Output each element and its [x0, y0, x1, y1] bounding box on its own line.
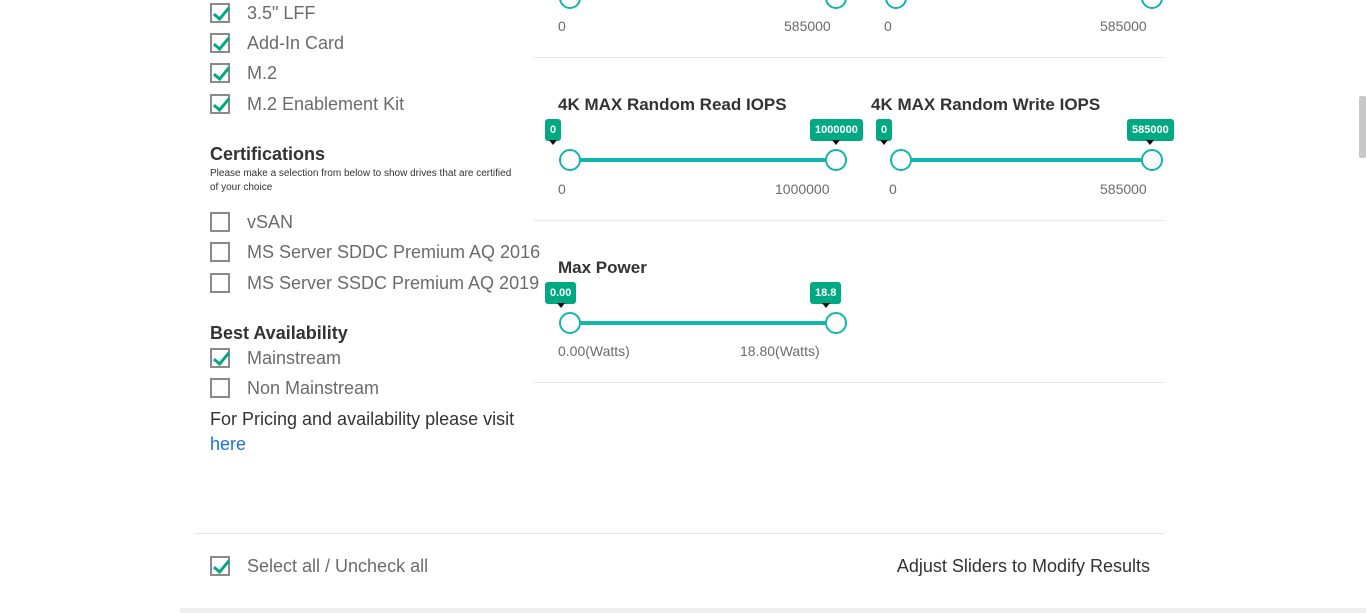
read-iops-title: 4K MAX Random Read IOPS: [558, 95, 787, 114]
checkbox-label: M.2 Enablement Kit: [247, 93, 405, 114]
bottom-strip: [180, 608, 1366, 613]
checkbox-label: M.2: [247, 62, 278, 83]
slider-min-label: 0: [884, 18, 892, 34]
read-iops-low-tooltip: 0: [545, 119, 562, 145]
checkbox-3-5-lff[interactable]: [210, 3, 230, 23]
read-iops-max-label: 1000000: [775, 181, 830, 197]
slider-handle-high[interactable]: [825, 0, 847, 9]
checkbox-m2-enablement-kit[interactable]: [210, 94, 230, 114]
checkbox-row-m2-enablement-kit[interactable]: M.2 Enablement Kit: [210, 92, 404, 116]
checkbox-label: MS Server SDDC Premium AQ 2016: [247, 241, 541, 262]
write-iops-low-tooltip: 0: [876, 119, 893, 145]
checkbox-row-m2[interactable]: M.2: [210, 61, 277, 85]
best-availability-title: Best Availability: [210, 323, 348, 343]
select-all-row[interactable]: Select all / Uncheck all: [210, 554, 428, 578]
certifications-title: Certifications: [210, 144, 326, 164]
slider-handle-high[interactable]: [1141, 0, 1163, 9]
checkbox-row-mainstream[interactable]: Mainstream: [210, 346, 341, 370]
max-power-title: Max Power: [558, 258, 647, 277]
adjust-sliders-text: Adjust Sliders to Modify Results: [896, 556, 1150, 576]
checkbox-add-in-card[interactable]: [210, 33, 230, 53]
checkbox-label: Mainstream: [247, 347, 342, 368]
divider: [534, 57, 1164, 58]
max-power-handle-high[interactable]: [825, 312, 847, 334]
write-iops-handle-low[interactable]: [890, 149, 912, 171]
max-power-handle-low[interactable]: [559, 312, 581, 334]
pricing-here-link[interactable]: here: [210, 434, 246, 455]
checkbox-non-mainstream[interactable]: [210, 378, 230, 398]
slider-handle-low[interactable]: [559, 0, 581, 9]
max-power-track[interactable]: [569, 321, 837, 325]
slider-max-label: 585000: [1100, 18, 1147, 34]
read-iops-track[interactable]: [569, 158, 837, 162]
slider-max-label: 585000: [784, 18, 831, 34]
select-all-checkbox[interactable]: [210, 556, 230, 576]
scrollbar-thumb[interactable]: [1359, 96, 1366, 158]
checkbox-row-non-mainstream[interactable]: Non Mainstream: [210, 376, 379, 400]
write-iops-min-label: 0: [889, 181, 897, 197]
slider-min-label: 0: [558, 18, 566, 34]
checkbox-row-ms-sddc-2016[interactable]: MS Server SDDC Premium AQ 2016: [210, 240, 540, 264]
pricing-text: For Pricing and availability please visi…: [210, 409, 515, 429]
write-iops-handle-high[interactable]: [1141, 149, 1163, 171]
slider-handle-low[interactable]: [885, 0, 907, 9]
select-all-label: Select all / Uncheck all: [247, 555, 429, 576]
certifications-note: Please make a selection from below to sh…: [210, 168, 512, 193]
max-power-max-label: 18.80(Watts): [740, 343, 820, 359]
checkbox-label: 3.5" LFF: [247, 2, 316, 23]
read-iops-handle-high[interactable]: [825, 149, 847, 171]
checkbox-row-add-in-card[interactable]: Add-In Card: [210, 31, 344, 55]
checkbox-label: vSAN: [247, 211, 294, 232]
checkbox-m2[interactable]: [210, 63, 230, 83]
write-iops-track[interactable]: [900, 158, 1153, 162]
checkbox-vsan[interactable]: [210, 212, 230, 232]
checkbox-label: Non Mainstream: [247, 377, 380, 398]
footer-divider: [194, 533, 1165, 534]
max-power-low-tooltip: 0.00: [545, 282, 577, 308]
divider: [534, 382, 1164, 383]
checkbox-row-vsan[interactable]: vSAN: [210, 210, 293, 234]
write-iops-high-tooltip: 585000: [1127, 119, 1174, 145]
checkbox-label: MS Server SSDC Premium AQ 2019: [247, 272, 540, 293]
divider: [534, 220, 1164, 221]
checkbox-row-3-5-lff[interactable]: 3.5" LFF: [210, 1, 315, 25]
write-iops-max-label: 585000: [1100, 181, 1147, 197]
write-iops-title: 4K MAX Random Write IOPS: [871, 95, 1101, 114]
checkbox-label: Add-In Card: [247, 32, 345, 53]
checkbox-row-ms-ssdc-2019[interactable]: MS Server SSDC Premium AQ 2019: [210, 271, 539, 295]
checkbox-ms-sddc-2016[interactable]: [210, 242, 230, 262]
read-iops-min-label: 0: [558, 181, 566, 197]
max-power-min-label: 0.00(Watts): [558, 343, 630, 359]
checkbox-ms-ssdc-2019[interactable]: [210, 273, 230, 293]
read-iops-high-tooltip: 1000000: [810, 119, 863, 145]
max-power-high-tooltip: 18.8: [810, 282, 842, 308]
checkbox-mainstream[interactable]: [210, 348, 230, 368]
read-iops-handle-low[interactable]: [559, 149, 581, 171]
